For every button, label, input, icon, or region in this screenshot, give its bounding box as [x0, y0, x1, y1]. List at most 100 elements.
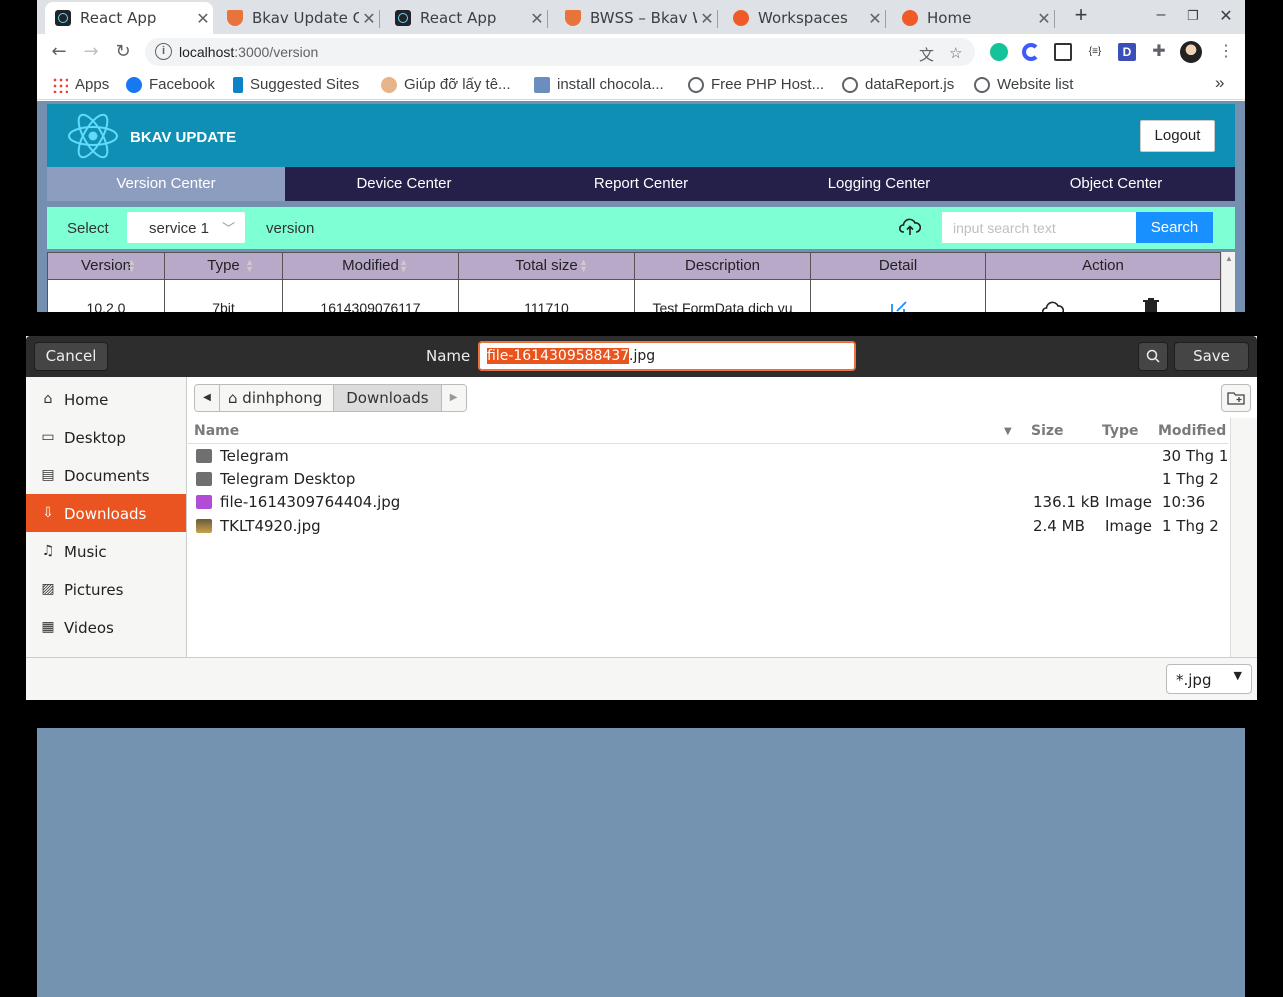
tab-workspaces[interactable]: Workspaces ✕ — [723, 2, 886, 34]
tab-object-center[interactable]: Object Center — [997, 167, 1235, 201]
file-row[interactable]: TKLT4920.jpg 2.4 MB Image 1 Thg 2 — [188, 515, 1228, 538]
search-icon[interactable] — [1138, 342, 1168, 371]
save-button[interactable]: Save — [1174, 342, 1249, 371]
image-extension-icon[interactable] — [1054, 43, 1072, 61]
place-downloads[interactable]: ⇩ Downloads — [26, 494, 186, 532]
tab-close-icon[interactable]: ✕ — [359, 9, 379, 28]
file-row[interactable]: file-1614309764404.jpg 136.1 kB Image 10… — [188, 491, 1228, 514]
place-videos[interactable]: ▦ Videos — [26, 608, 186, 646]
place-desktop[interactable]: ▭ Desktop — [26, 418, 186, 456]
place-home[interactable]: ⌂ Home — [26, 380, 186, 418]
cloud-upload-icon[interactable] — [899, 217, 921, 237]
bookmark-facebook[interactable]: Facebook — [126, 76, 215, 93]
shield-icon — [227, 10, 243, 26]
column-type[interactable]: Type — [1102, 423, 1139, 439]
bookmarks-overflow-button[interactable]: » — [1215, 73, 1224, 93]
place-music[interactable]: ♫ Music — [26, 532, 186, 570]
tab-react-app-2[interactable]: React App ✕ — [385, 2, 548, 34]
sort-icon[interactable]: ▲ ▼ — [399, 258, 408, 274]
tab-title: Workspaces — [758, 9, 848, 27]
search-input[interactable] — [942, 212, 1136, 243]
bookmark-giup-do[interactable]: Giúp đỡ lấy tê... — [381, 76, 511, 93]
path-segment-home[interactable]: ⌂ dinhphong — [220, 385, 335, 411]
sort-icon[interactable]: ▲ ▼ — [245, 258, 254, 274]
extension-c-icon[interactable] — [1022, 43, 1040, 61]
address-bar[interactable]: i localhost:3000/version 文 ☆ — [145, 38, 975, 66]
column-name[interactable]: Name — [194, 423, 239, 439]
tab-report-center[interactable]: Report Center — [522, 167, 760, 201]
file-type-filter[interactable]: *.jpg ▼ — [1166, 664, 1252, 694]
bookmark-apps[interactable]: Apps — [52, 76, 109, 93]
close-window-button[interactable]: ✕ — [1212, 6, 1240, 26]
path-back-icon[interactable]: ◀ — [195, 385, 220, 411]
tab-close-icon[interactable]: ✕ — [193, 9, 213, 28]
file-row[interactable]: Telegram Desktop 1 Thg 2 — [188, 468, 1228, 491]
new-folder-icon[interactable] — [1221, 384, 1251, 412]
new-tab-button[interactable]: + — [1067, 2, 1095, 28]
place-pictures[interactable]: ▨ Pictures — [26, 570, 186, 608]
tab-react-app-1[interactable]: React App ✕ — [45, 2, 213, 34]
cloud-download-icon[interactable] — [1042, 300, 1064, 312]
file-list-header: Name ▼ Size Type Modified — [188, 420, 1228, 444]
file-list-scrollbar[interactable] — [1230, 418, 1257, 658]
back-arrow-icon[interactable]: ← — [48, 41, 70, 63]
trash-icon[interactable] — [1143, 298, 1159, 312]
music-icon: ♫ — [41, 543, 55, 559]
path-forward-icon[interactable]: ▶ — [441, 385, 466, 411]
translate-icon[interactable]: 文 — [919, 44, 934, 65]
tab-strip: React App ✕ Bkav Update Ce ✕ React App ✕… — [37, 0, 1245, 34]
column-size[interactable]: Size — [1031, 423, 1064, 439]
search-button[interactable]: Search — [1136, 212, 1213, 243]
tab-close-icon[interactable]: ✕ — [1034, 9, 1054, 28]
tab-bwss[interactable]: BWSS – Bkav W ✕ — [555, 2, 718, 34]
json-extension-icon[interactable]: {≡} — [1086, 43, 1104, 61]
tab-version-center[interactable]: Version Center — [47, 167, 285, 201]
place-documents[interactable]: ▤ Documents — [26, 456, 186, 494]
browser-toolbar: ← → ↻ i localhost:3000/version 文 ☆ {≡} D… — [37, 34, 1245, 70]
bookmark-free-php[interactable]: Free PHP Host... — [688, 76, 824, 93]
forward-arrow-icon[interactable]: → — [80, 41, 102, 63]
service-select[interactable]: service 1 ﹀ — [127, 212, 245, 243]
column-header-version[interactable]: Version ▲ ▼ — [47, 252, 165, 280]
file-row[interactable]: Telegram 30 Thg 1 — [188, 445, 1228, 468]
video-icon: ▦ — [41, 619, 55, 635]
avatar[interactable] — [1180, 41, 1202, 63]
sort-down-icon[interactable]: ▼ — [1004, 426, 1012, 437]
home-icon: ⌂ — [228, 389, 243, 407]
tab-logging-center[interactable]: Logging Center — [760, 167, 998, 201]
puzzle-icon[interactable]: ✚ — [1150, 43, 1168, 61]
minimize-button[interactable]: – — [1147, 6, 1175, 24]
bookmark-suggested-sites[interactable]: Suggested Sites — [233, 76, 359, 93]
grammarly-icon[interactable] — [990, 43, 1008, 61]
extension-d-icon[interactable]: D — [1118, 43, 1136, 61]
bookmark-chocolatey[interactable]: install chocola... — [534, 76, 664, 93]
version-table: Version ▲ ▼ Type ▲ ▼ Modified ▲ ▼ Total size ▲ ▼… — [47, 252, 1235, 312]
star-icon[interactable]: ☆ — [949, 44, 962, 62]
column-modified[interactable]: Modified — [1158, 423, 1226, 439]
tab-close-icon[interactable]: ✕ — [697, 9, 717, 28]
bookmark-datareport[interactable]: dataReport.js — [842, 76, 954, 93]
sort-icon[interactable]: ▲ ▼ — [579, 258, 588, 274]
reload-icon[interactable]: ↻ — [112, 41, 134, 63]
edit-icon[interactable] — [889, 299, 909, 312]
site-info-icon[interactable]: i — [155, 43, 172, 60]
web-page: BKAV UPDATE Logout Version Center Device… — [37, 101, 1245, 312]
table-scrollbar[interactable]: ▲ — [1221, 252, 1235, 312]
tab-bkav-update[interactable]: Bkav Update Ce ✕ — [217, 2, 380, 34]
restore-button[interactable]: ❐ — [1179, 8, 1207, 24]
cell-description: Test FormData dich vu — [635, 280, 811, 312]
column-header-total-size[interactable]: Total size ▲ ▼ — [459, 252, 635, 280]
cancel-button[interactable]: Cancel — [34, 342, 108, 371]
path-segment-downloads[interactable]: Downloads — [334, 385, 442, 411]
column-header-modified[interactable]: Modified ▲ ▼ — [283, 252, 459, 280]
tab-close-icon[interactable]: ✕ — [527, 9, 547, 28]
menu-kebab-icon[interactable]: ⋮ — [1217, 43, 1235, 61]
bookmark-website-list[interactable]: Website list — [974, 76, 1073, 93]
tab-close-icon[interactable]: ✕ — [865, 9, 885, 28]
column-header-type[interactable]: Type ▲ ▼ — [165, 252, 283, 280]
tab-home[interactable]: Home ✕ — [892, 2, 1055, 34]
logout-button[interactable]: Logout — [1140, 120, 1215, 152]
tab-device-center[interactable]: Device Center — [285, 167, 523, 201]
sort-icon[interactable]: ▲ ▼ — [127, 258, 136, 274]
filename-input[interactable]: file-1614309588437 .jpg — [478, 341, 856, 371]
